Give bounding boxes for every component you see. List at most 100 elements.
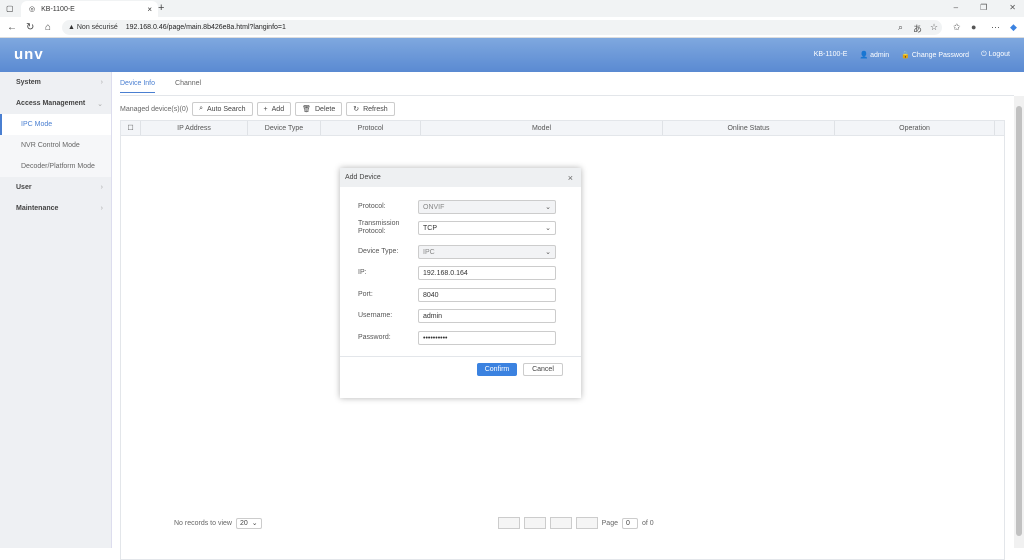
user-menu[interactable]: 👤 admin (859, 51, 889, 59)
user-icon: 👤 (859, 52, 869, 59)
per-page-value: 20 (239, 519, 248, 527)
transmission-label: Transmission Protocol: (358, 220, 400, 235)
tab-channel[interactable]: Channel (175, 80, 201, 93)
page-input[interactable]: 0 (622, 517, 638, 529)
next-page-button[interactable] (549, 517, 572, 529)
sidebar-item-label: User (16, 184, 32, 191)
port-field[interactable]: 8040 (418, 288, 556, 302)
chevron-down-icon: ⌄ (545, 204, 551, 211)
favorite-icon[interactable]: ☆ (930, 22, 938, 33)
change-password-label: Change Password (911, 52, 970, 59)
scrollbar[interactable] (1014, 96, 1024, 548)
chevron-right-icon: › (100, 184, 103, 191)
sidebar-item-label: Access Management (16, 100, 86, 107)
per-page-select[interactable]: 20 ⌄ (235, 517, 262, 529)
copilot-icon[interactable]: ◆ (1010, 22, 1017, 33)
password-label: Password: (358, 334, 391, 341)
search-icon[interactable]: ⌕ (898, 22, 903, 33)
back-icon[interactable]: ← (7, 22, 17, 33)
cancel-button[interactable]: Cancel (523, 363, 563, 376)
change-password-link[interactable]: 🔒 Change Password (901, 51, 969, 59)
browser-tab[interactable]: ◎ KB-1100-E × (21, 1, 158, 17)
restore-icon[interactable]: ❐ (980, 3, 987, 12)
chevron-right-icon: › (100, 205, 103, 212)
favorites-bar-icon[interactable]: ✩ (953, 22, 961, 33)
col-protocol[interactable]: Protocol (321, 121, 421, 135)
sidebar-item-label: Maintenance (16, 205, 59, 212)
password-field[interactable]: •••••••••• (418, 331, 556, 345)
col-model[interactable]: Model (421, 121, 663, 135)
new-tab-button[interactable]: + (158, 2, 164, 14)
chevron-down-icon: ⌄ (545, 225, 551, 232)
refresh-label: Refresh (363, 105, 388, 113)
ip-label: IP: (358, 269, 367, 276)
minimize-icon[interactable]: – (954, 3, 958, 12)
transmission-value: TCP (423, 224, 437, 232)
col-device-type[interactable]: Device Type (248, 121, 321, 135)
more-icon[interactable]: ⋯ (991, 22, 1000, 33)
protocol-label: Protocol: (358, 203, 386, 210)
confirm-button[interactable]: Confirm (477, 363, 517, 376)
sidebar-item-user[interactable]: User › (0, 177, 111, 198)
home-icon[interactable]: ⌂ (45, 22, 51, 33)
auto-search-button[interactable]: ⌕ Auto Search (192, 102, 253, 116)
profile-icon[interactable]: ● (971, 22, 976, 32)
search-icon: ⌕ (199, 105, 204, 112)
app-header: unv KB-1100-E 👤 admin 🔒 Change Password … (0, 38, 1024, 72)
protocol-value: ONVIF (423, 203, 445, 211)
col-ip-address[interactable]: IP Address (141, 121, 248, 135)
page-total: of 0 (642, 519, 654, 527)
sidebar-item-nvr-control-mode[interactable]: NVR Control Mode (0, 135, 111, 156)
tab-close-icon[interactable]: × (147, 5, 152, 14)
browser-tab-strip: ▢ ◎ KB-1100-E × + – ❐ ✕ (0, 0, 1024, 17)
sidebar-item-decoder-platform-mode[interactable]: Decoder/Platform Mode (0, 156, 111, 177)
logout-label: Logout (988, 51, 1010, 58)
first-page-button[interactable] (497, 517, 520, 529)
col-operation[interactable]: Operation (835, 121, 995, 135)
globe-icon: ◎ (29, 6, 36, 13)
select-all-checkbox[interactable]: ☐ (121, 121, 141, 135)
delete-button[interactable]: 🗑 Delete (295, 102, 343, 116)
security-warning[interactable]: ▲ Non sécurisé (68, 24, 118, 31)
lock-icon: 🔒 (901, 52, 910, 59)
prev-page-button[interactable] (523, 517, 546, 529)
address-bar-row: ← ↻ ⌂ ▲ Non sécurisé 192.168.0.46/page/m… (0, 17, 1024, 38)
sidebar: System › Access Management ⌄ IPC Mode NVR … (0, 72, 112, 548)
logout-link[interactable]: ⏻ Logout (981, 51, 1010, 59)
user-name: admin (870, 52, 890, 59)
reload-icon[interactable]: ↻ (26, 22, 34, 33)
sidebar-item-access-management[interactable]: Access Management ⌄ (0, 93, 111, 114)
url-field[interactable]: ▲ Non sécurisé 192.168.0.46/page/main.8b… (62, 20, 942, 35)
managed-count: Managed device(s)(0) (120, 105, 189, 113)
sidebar-item-ipc-mode[interactable]: IPC Mode (0, 114, 111, 135)
add-button[interactable]: + Add (256, 102, 292, 116)
device-type-select[interactable]: IPC ⌄ (418, 245, 556, 259)
dialog-title: Add Device (345, 174, 381, 181)
port-label: Port: (358, 291, 373, 298)
close-icon[interactable]: × (568, 173, 573, 183)
url-text: 192.168.0.46/page/main.8b426e8a.html?lan… (125, 24, 286, 31)
translate-icon[interactable]: あ (913, 22, 922, 35)
refresh-button[interactable]: ↻ Refresh (346, 102, 395, 116)
tab-title: KB-1100-E (41, 5, 75, 13)
refresh-icon: ↻ (353, 106, 360, 113)
trash-icon: 🗑 (302, 106, 311, 113)
chevron-down-icon: ⌄ (97, 100, 103, 108)
last-page-button[interactable] (575, 517, 598, 529)
sidebar-item-system[interactable]: System › (0, 72, 111, 93)
auto-search-label: Auto Search (207, 105, 246, 113)
delete-label: Delete (315, 105, 336, 113)
protocol-select[interactable]: ONVIF ⌄ (418, 200, 556, 214)
tab-device-info[interactable]: Device Info (120, 80, 156, 93)
username-field[interactable]: admin (418, 309, 556, 323)
sidebar-item-maintenance[interactable]: Maintenance › (0, 198, 111, 219)
power-icon: ⏻ (981, 51, 987, 58)
add-label: Add (271, 105, 285, 113)
ip-field[interactable]: 192.168.0.164 (418, 266, 556, 280)
col-online-status[interactable]: Online Status (663, 121, 835, 135)
close-window-icon[interactable]: ✕ (1009, 3, 1016, 12)
add-device-dialog: Add Device × Protocol: ONVIF ⌄ Transmissio… (340, 168, 581, 398)
tab-actions-icon[interactable]: ▢ (6, 4, 14, 13)
chevron-right-icon: › (100, 79, 103, 86)
transmission-select[interactable]: TCP ⌄ (418, 221, 556, 235)
